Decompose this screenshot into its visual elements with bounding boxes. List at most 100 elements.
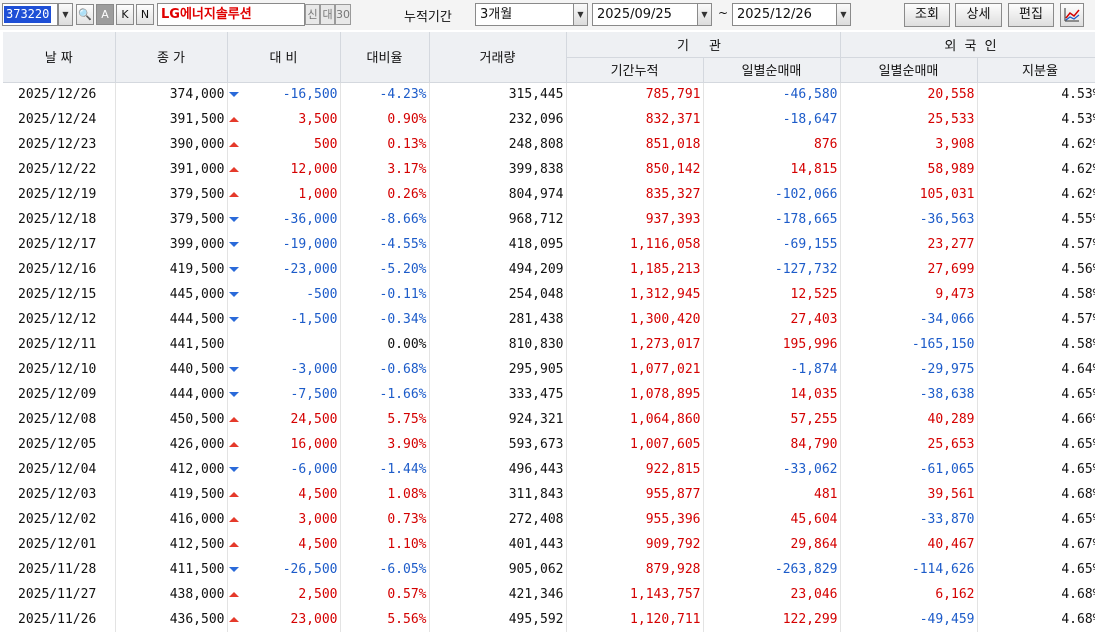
- cell-close: 444,500: [115, 307, 228, 332]
- cell-date: 2025/12/12: [3, 307, 116, 332]
- cell-foreign-share: 4.68%: [977, 582, 1095, 607]
- cell-arrow: [227, 482, 241, 507]
- mode-k-button[interactable]: K: [116, 4, 134, 25]
- cell-foreign-share: 4.65%: [977, 432, 1095, 457]
- up-arrow-icon: [229, 167, 240, 172]
- table-row[interactable]: 2025/12/04 412,000 -6,000 -1.44% 496,443 922,…: [3, 457, 1095, 482]
- edit-button[interactable]: 편집: [1008, 3, 1054, 27]
- down-arrow-icon: [229, 467, 240, 472]
- table-row[interactable]: 2025/12/18 379,500 -36,000 -8.66% 968,712 937…: [3, 207, 1095, 232]
- table-row[interactable]: 2025/12/12 444,500 -1,500 -0.34% 281,438 1,30…: [3, 307, 1095, 332]
- col-inst-daily[interactable]: 일별순매매: [703, 57, 841, 83]
- cell-inst-cumulative: 1,312,945: [566, 282, 704, 307]
- cell-change-rate: 0.73%: [340, 507, 430, 532]
- up-arrow-icon: [229, 142, 240, 147]
- mode-n-button[interactable]: N: [136, 4, 154, 25]
- table-row[interactable]: 2025/12/23 390,000 500 0.13% 248,808 851,018 8…: [3, 132, 1095, 157]
- table-row[interactable]: 2025/12/10 440,500 -3,000 -0.68% 295,905 1,07…: [3, 357, 1095, 382]
- cell-foreign-daily: -33,870: [840, 507, 978, 532]
- date-to-input[interactable]: 2025/12/26: [732, 3, 838, 26]
- table-row[interactable]: 2025/12/02 416,000 3,000 0.73% 272,408 955,39…: [3, 507, 1095, 532]
- cell-inst-cumulative: 1,300,420: [566, 307, 704, 332]
- detail-button[interactable]: 상세: [955, 3, 1002, 27]
- up-arrow-icon: [229, 517, 240, 522]
- query-button[interactable]: 조회: [904, 3, 950, 27]
- cell-arrow: [227, 207, 241, 232]
- cell-inst-cumulative: 1,273,017: [566, 332, 704, 357]
- table-row[interactable]: 2025/12/03 419,500 4,500 1.08% 311,843 955,87…: [3, 482, 1095, 507]
- table-row[interactable]: 2025/12/24 391,500 3,500 0.90% 232,096 832,37…: [3, 107, 1095, 132]
- mode-a-button[interactable]: A: [96, 4, 114, 25]
- table-row[interactable]: 2025/12/05 426,000 16,000 3.90% 593,673 1,007…: [3, 432, 1095, 457]
- col-change[interactable]: 대 비: [227, 32, 341, 83]
- table-row[interactable]: 2025/12/08 450,500 24,500 5.75% 924,321 1,064…: [3, 407, 1095, 432]
- cell-inst-cumulative: 1,064,860: [566, 407, 704, 432]
- cell-foreign-share: 4.66%: [977, 407, 1095, 432]
- cell-foreign-share: 4.56%: [977, 257, 1095, 282]
- stock-code-input[interactable]: 373220: [2, 3, 58, 26]
- table-row[interactable]: 2025/12/26 374,000 -16,500 -4.23% 315,445 785…: [3, 82, 1095, 107]
- date-from-input[interactable]: 2025/09/25: [592, 3, 698, 26]
- col-foreign-share[interactable]: 지분율: [977, 57, 1095, 83]
- cell-change: 2,500: [241, 582, 341, 607]
- cell-foreign-share: 4.62%: [977, 182, 1095, 207]
- table-row[interactable]: 2025/12/01 412,500 4,500 1.10% 401,443 909,79…: [3, 532, 1095, 557]
- cell-foreign-daily: -114,626: [840, 557, 978, 582]
- table-row[interactable]: 2025/12/15 445,000 -500 -0.11% 254,048 1,312,…: [3, 282, 1095, 307]
- cell-change: 1,000: [241, 182, 341, 207]
- date-to-dropdown[interactable]: ▼: [836, 3, 851, 26]
- cell-inst-daily: -127,732: [703, 257, 841, 282]
- stock-code-value: 373220: [4, 6, 52, 23]
- search-icon[interactable]: 🔍: [76, 4, 94, 25]
- down-arrow-icon: [229, 392, 240, 397]
- cell-change-rate: -1.44%: [340, 457, 430, 482]
- cell-volume: 254,048: [429, 282, 567, 307]
- cell-date: 2025/11/26: [3, 607, 116, 632]
- cell-foreign-share: 4.58%: [977, 282, 1095, 307]
- cell-close: 391,000: [115, 157, 228, 182]
- table-row[interactable]: 2025/11/28 411,500 -26,500 -6.05% 905,062 879…: [3, 557, 1095, 582]
- table-row[interactable]: 2025/12/19 379,500 1,000 0.26% 804,974 835,32…: [3, 182, 1095, 207]
- cell-foreign-daily: 20,558: [840, 82, 978, 107]
- table-row[interactable]: 2025/12/22 391,000 12,000 3.17% 399,838 850,1…: [3, 157, 1095, 182]
- cell-inst-cumulative: 1,078,895: [566, 382, 704, 407]
- cell-change: 12,000: [241, 157, 341, 182]
- cell-foreign-daily: 40,289: [840, 407, 978, 432]
- col-change-rate[interactable]: 대비율: [340, 32, 430, 83]
- table-row[interactable]: 2025/12/11 441,500 0.00% 810,830 1,273,017 19…: [3, 332, 1095, 357]
- cell-foreign-share: 4.57%: [977, 232, 1095, 257]
- cell-inst-daily: -1,874: [703, 357, 841, 382]
- chart-icon[interactable]: [1060, 3, 1084, 27]
- table-row[interactable]: 2025/12/09 444,000 -7,500 -1.66% 333,475 1,07…: [3, 382, 1095, 407]
- up-arrow-icon: [229, 592, 240, 597]
- cell-arrow: [227, 182, 241, 207]
- col-foreign-daily[interactable]: 일별순매매: [840, 57, 978, 83]
- table-row[interactable]: 2025/11/26 436,500 23,000 5.56% 495,592 1,120…: [3, 607, 1095, 632]
- period-select[interactable]: 3개월: [475, 3, 575, 26]
- cell-inst-daily: -46,580: [703, 82, 841, 107]
- group-institution: 기 관: [566, 32, 841, 58]
- cell-close: 419,500: [115, 482, 228, 507]
- stock-code-dropdown[interactable]: ▼: [58, 3, 73, 26]
- table-row[interactable]: 2025/12/16 419,500 -23,000 -5.20% 494,209 1,1…: [3, 257, 1095, 282]
- cell-change: 3,500: [241, 107, 341, 132]
- cell-foreign-daily: 25,533: [840, 107, 978, 132]
- cell-volume: 295,905: [429, 357, 567, 382]
- col-date[interactable]: 날 짜: [3, 32, 116, 83]
- cell-foreign-daily: -29,975: [840, 357, 978, 382]
- period-dropdown[interactable]: ▼: [573, 3, 588, 26]
- table-row[interactable]: 2025/11/27 438,000 2,500 0.57% 421,346 1,143,…: [3, 582, 1095, 607]
- cell-change-rate: 0.57%: [340, 582, 430, 607]
- cell-change-rate: 1.08%: [340, 482, 430, 507]
- col-volume[interactable]: 거래량: [429, 32, 567, 83]
- col-inst-cumulative[interactable]: 기간누적: [566, 57, 704, 83]
- cell-change-rate: -1.66%: [340, 382, 430, 407]
- cell-date: 2025/12/10: [3, 357, 116, 382]
- cell-inst-cumulative: 909,792: [566, 532, 704, 557]
- table-row[interactable]: 2025/12/17 399,000 -19,000 -4.55% 418,095 1,1…: [3, 232, 1095, 257]
- cell-close: 416,000: [115, 507, 228, 532]
- col-close[interactable]: 종 가: [115, 32, 228, 83]
- date-from-dropdown[interactable]: ▼: [697, 3, 712, 26]
- up-arrow-icon: [229, 542, 240, 547]
- cell-volume: 418,095: [429, 232, 567, 257]
